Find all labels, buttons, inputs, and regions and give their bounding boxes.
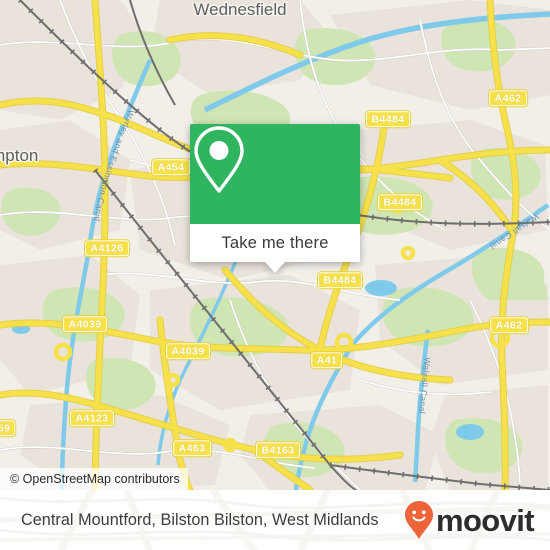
callout-tail — [265, 262, 285, 273]
map-pin-icon — [194, 126, 244, 193]
callout-action-panel[interactable]: Take me there — [190, 224, 360, 262]
road-shield-a4039: A4039 — [62, 315, 108, 333]
road-shield-a4126: A4126 — [84, 239, 130, 257]
moovit-logo[interactable]: moovit — [404, 500, 535, 540]
road-shield-b4163: B4163 — [255, 441, 301, 459]
take-me-there-callout[interactable]: Take me there — [190, 124, 360, 273]
page-title: Central Mountford, Bilston Bilston, West… — [21, 510, 379, 529]
map-attribution[interactable]: © OpenStreetMap contributors — [0, 468, 188, 490]
road-shield-59: 59 — [0, 419, 17, 437]
road-shield-a463: A463 — [172, 439, 212, 457]
place-label-wednesfield: Wednesfield — [193, 0, 287, 19]
moovit-pin-icon — [404, 501, 433, 539]
moovit-map-screenshot: Wyrley and Essington Canal Walsall Canal… — [0, 0, 550, 550]
road-shield-a41: A41 — [310, 351, 344, 369]
place-label-wolverhampton: ampton — [0, 146, 39, 165]
road-shield-a4123: A4123 — [69, 409, 115, 427]
road-shield-b4484-2: B4484 — [377, 193, 423, 211]
road-shield-a454: A454 — [151, 158, 191, 176]
moovit-wordmark: moovit — [435, 502, 535, 538]
map-canvas[interactable]: Wyrley and Essington Canal Walsall Canal… — [0, 0, 550, 490]
road-shield-b4484-3: B4484 — [317, 271, 363, 289]
road-shield-a4039-2: A4039 — [165, 342, 211, 360]
callout-icon-panel — [190, 124, 360, 224]
footer-bar: Central Mountford, Bilston Bilston, West… — [0, 490, 550, 550]
road-shield-a462-2: A462 — [489, 316, 529, 334]
road-shield-a462: A462 — [488, 89, 528, 107]
road-shield-b4484: B4484 — [365, 110, 411, 128]
callout-label: Take me there — [221, 233, 329, 252]
